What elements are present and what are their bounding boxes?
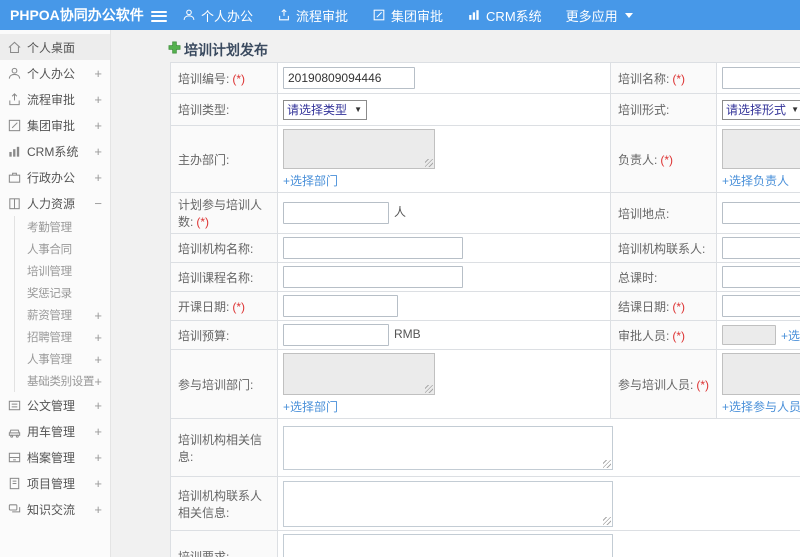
sidebar-item-training-mgmt[interactable]: 培训管理 [15,260,110,282]
briefcase-icon [7,170,22,185]
select-approver-link[interactable]: +选择审批人员 [781,327,800,344]
archive-icon [7,450,22,465]
sidebar-item-base-categories[interactable]: 基础类别设置 + [15,370,110,392]
sidebar-item-personal-desktop[interactable]: 个人桌面 [0,34,110,60]
document-icon [7,398,22,413]
planned-count-input[interactable] [283,202,389,224]
add-plus-icon [168,41,181,59]
host-department-box[interactable] [283,129,435,169]
org-name-input[interactable] [283,237,463,259]
training-name-input[interactable] [722,67,800,89]
nav-crm-system[interactable]: CRM系统 [467,6,542,25]
car-icon [7,424,22,439]
open-book-icon [7,196,22,211]
row-course-hours: 培训课程名称: 总课时: [170,262,800,292]
approver-box[interactable] [722,325,776,345]
select-participants-link[interactable]: +选择参与人员 [722,398,800,415]
sidebar-item-vehicles[interactable]: 用车管理 + [0,418,110,444]
top-nav: 个人办公 流程审批 集团审批 CRM系统 更多应用 [182,0,633,30]
start-date-input[interactable] [283,295,398,317]
row-budget-approver: 培训预算: RMB 审批人员:(*) +选择审批人员 [170,320,800,350]
sidebar-item-personnel[interactable]: 人事管理 + [15,348,110,370]
page-title: 培训计划发布 [168,40,268,60]
join-departments-box[interactable] [283,353,435,395]
org-info-textarea[interactable] [283,425,613,470]
nav-personal-office[interactable]: 个人办公 [182,6,253,25]
sidebar-item-attendance[interactable]: 考勤管理 [15,216,110,238]
row-dates: 开课日期: (*) 结课日期: (*) [170,291,800,321]
main-content: 培训计划发布 培训编号:(*) 培训名称:(*) 培训类型: 请选择类型▼ 培训… [112,30,800,557]
leader-box[interactable] [722,129,800,169]
row-code-name: 培训编号:(*) 培训名称:(*) [170,62,800,94]
select-leader-link[interactable]: +选择负责人 [722,172,789,189]
upload-icon [7,92,22,107]
sidebar-item-archives[interactable]: 档案管理 + [0,444,110,470]
training-plan-form: 培训编号:(*) 培训名称:(*) 培训类型: 请选择类型▼ 培训形式: 请选择… [170,62,800,557]
sidebar-item-salary[interactable]: 薪资管理 + [15,304,110,326]
sidebar-item-knowledge[interactable]: 知识交流 + [0,496,110,522]
upload-icon [277,8,291,22]
org-contact-info-textarea[interactable] [283,480,613,527]
requirements-textarea[interactable] [283,534,613,557]
sidebar-item-hr-contract[interactable]: 人事合同 [15,238,110,260]
sidebar-hr-children: 考勤管理 人事合同 培训管理 奖惩记录 薪资管理 + 招聘管理 + 人事管理 +… [14,216,110,392]
row-org-contact-info: 培训机构联系人相关信息: [170,476,800,531]
sidebar-item-documents[interactable]: 公文管理 + [0,392,110,418]
sidebar: 个人桌面 个人办公 + 流程审批 + 集团审批 + CRM系统 + 行政办公 +… [0,30,111,557]
select-department-link[interactable]: +选择部门 [283,398,338,415]
end-date-input[interactable] [722,295,800,317]
sidebar-item-group-approval[interactable]: 集团审批 + [0,112,110,138]
select-arrow-icon: ▼ [354,105,362,114]
row-type-mode: 培训类型: 请选择类型 ▼ 培训形式: 请选择形式 ▼ [170,93,800,126]
sidebar-item-hr[interactable]: 人力资源 − [0,190,110,216]
select-arrow-icon: ▼ [791,105,799,114]
sidebar-item-admin-office[interactable]: 行政办公 + [0,164,110,190]
sidebar-item-rewards[interactable]: 奖惩记录 [15,282,110,304]
caret-down-icon [624,12,633,18]
training-mode-select[interactable]: 请选择形式 ▼ [722,99,800,120]
journal-icon [7,476,22,491]
org-contact-input[interactable] [722,237,800,259]
top-header: PHPOA协同办公软件 个人办公 流程审批 集团审批 CRM系统 更多应用 [0,0,800,30]
training-type-select[interactable]: 请选择类型 ▼ [283,99,367,120]
bar-chart-icon [7,144,22,159]
total-hours-input[interactable] [722,266,800,288]
course-name-input[interactable] [283,266,463,288]
training-code-input[interactable] [283,67,415,89]
row-joindepts-joinpeople: 参与培训部门: +选择部门 参与培训人员: (*) +选择参与人员 [170,349,800,419]
sidebar-item-workflow-approval[interactable]: 流程审批 + [0,86,110,112]
app-logo: PHPOA协同办公软件 [10,7,144,23]
home-icon [7,40,22,55]
row-hostdept-leader: 主办部门: +选择部门 负责人: (*) +选择负责人 [170,125,800,193]
sidebar-item-projects[interactable]: 项目管理 + [0,470,110,496]
edit-square-icon [372,8,386,22]
person-icon [7,66,22,81]
person-icon [182,8,196,22]
row-orgname-orgcontact: 培训机构名称: 培训机构联系人: [170,233,800,263]
chat-bubbles-icon [7,502,22,517]
row-count-location: 计划参与培训人数: (*) 人 培训地点: [170,192,800,234]
menu-toggle-icon[interactable] [151,8,167,22]
sidebar-item-crm[interactable]: CRM系统 + [0,138,110,164]
bar-chart-icon [467,8,481,22]
select-department-link[interactable]: +选择部门 [283,172,338,189]
join-people-box[interactable] [722,353,800,395]
nav-workflow-approval[interactable]: 流程审批 [277,6,348,25]
location-input[interactable] [722,202,800,224]
edit-square-icon [7,118,22,133]
sidebar-item-personal-office[interactable]: 个人办公 + [0,60,110,86]
row-org-info: 培训机构相关信息: [170,418,800,477]
sidebar-item-recruiting[interactable]: 招聘管理 + [15,326,110,348]
row-requirements: 培训要求: [170,530,800,557]
nav-group-approval[interactable]: 集团审批 [372,6,443,25]
nav-more-apps[interactable]: 更多应用 [566,6,633,25]
budget-input[interactable] [283,324,389,346]
